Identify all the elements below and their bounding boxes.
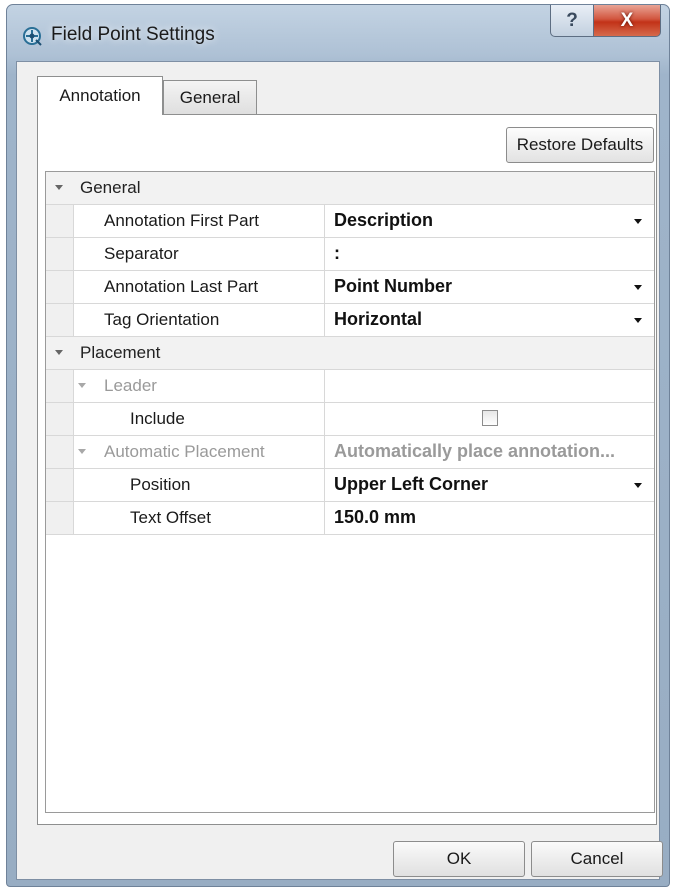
property-row-separator[interactable]: Separator : bbox=[46, 238, 654, 271]
property-name: Position bbox=[130, 475, 191, 494]
dropdown-arrow-icon[interactable] bbox=[634, 318, 642, 323]
row-gutter bbox=[46, 238, 74, 270]
subgroup-label: Automatic Placement bbox=[104, 442, 265, 461]
property-row-tag-orientation[interactable]: Tag Orientation Horizontal bbox=[46, 304, 654, 337]
property-value: Automatically place annotation... bbox=[334, 441, 616, 461]
collapse-arrow-icon[interactable] bbox=[55, 185, 63, 190]
restore-defaults-button[interactable]: Restore Defaults bbox=[506, 127, 654, 163]
property-value: : bbox=[334, 243, 340, 263]
close-icon: X bbox=[620, 9, 634, 31]
help-icon: ? bbox=[566, 9, 578, 31]
automatic-placement-value: Automatically place annotation... bbox=[324, 436, 654, 468]
separator-field[interactable]: : bbox=[324, 238, 654, 270]
row-gutter bbox=[46, 205, 74, 237]
property-value: Point Number bbox=[334, 276, 453, 296]
property-value: 150.0 mm bbox=[334, 507, 417, 527]
position-dropdown[interactable]: Upper Left Corner bbox=[324, 469, 654, 501]
property-value: Description bbox=[334, 210, 434, 230]
close-button[interactable]: X bbox=[593, 5, 661, 37]
property-value: Horizontal bbox=[334, 309, 422, 329]
dropdown-arrow-icon[interactable] bbox=[634, 219, 642, 224]
title-bar[interactable]: Field Point Settings ? X bbox=[7, 5, 669, 61]
help-button[interactable]: ? bbox=[550, 5, 594, 37]
subgroup-label: Leader bbox=[104, 376, 157, 395]
property-row-text-offset[interactable]: Text Offset 150.0 mm bbox=[46, 502, 654, 535]
dialog-client-area: Annotation General Restore Defaults Gene… bbox=[16, 61, 663, 880]
dropdown-arrow-icon[interactable] bbox=[634, 483, 642, 488]
property-row-position[interactable]: Position Upper Left Corner bbox=[46, 469, 654, 502]
include-checkbox[interactable] bbox=[482, 410, 498, 426]
property-row-include[interactable]: Include bbox=[46, 403, 654, 436]
property-name: Tag Orientation bbox=[104, 310, 220, 329]
tag-orientation-dropdown[interactable]: Horizontal bbox=[324, 304, 654, 336]
collapse-arrow-icon[interactable] bbox=[55, 350, 63, 355]
category-label: General bbox=[80, 178, 141, 197]
annotation-first-part-dropdown[interactable]: Description bbox=[324, 205, 654, 237]
annotation-last-part-dropdown[interactable]: Point Number bbox=[324, 271, 654, 303]
text-offset-field[interactable]: 150.0 mm bbox=[324, 502, 654, 534]
property-row-annotation-first-part[interactable]: Annotation First Part Description bbox=[46, 205, 654, 238]
tab-panel: Restore Defaults General Annotation Firs… bbox=[37, 114, 657, 825]
tab-annotation[interactable]: Annotation bbox=[37, 76, 163, 115]
collapse-arrow-icon[interactable] bbox=[78, 449, 86, 454]
include-value bbox=[324, 403, 654, 435]
property-name: Text Offset bbox=[130, 508, 211, 527]
property-name: Separator bbox=[104, 244, 179, 263]
dialog-window: Field Point Settings ? X Annotation Gene… bbox=[6, 4, 670, 887]
field-point-settings-icon bbox=[21, 25, 43, 47]
property-name: Annotation First Part bbox=[104, 211, 259, 230]
row-gutter bbox=[46, 436, 74, 468]
category-general[interactable]: General bbox=[46, 172, 654, 205]
dropdown-arrow-icon[interactable] bbox=[634, 285, 642, 290]
category-placement[interactable]: Placement bbox=[46, 337, 654, 370]
cancel-button[interactable]: Cancel bbox=[531, 841, 663, 877]
collapse-arrow-icon[interactable] bbox=[78, 383, 86, 388]
row-gutter bbox=[46, 469, 74, 501]
leader-value bbox=[324, 370, 654, 402]
property-grid: General Annotation First Part Descriptio… bbox=[45, 171, 655, 813]
tab-general[interactable]: General bbox=[163, 80, 257, 115]
row-gutter bbox=[46, 304, 74, 336]
row-gutter bbox=[46, 271, 74, 303]
property-value: Upper Left Corner bbox=[334, 474, 489, 494]
property-name: Include bbox=[130, 409, 185, 428]
subgroup-automatic-placement[interactable]: Automatic Placement Automatically place … bbox=[46, 436, 654, 469]
property-row-annotation-last-part[interactable]: Annotation Last Part Point Number bbox=[46, 271, 654, 304]
row-gutter bbox=[46, 502, 74, 534]
ok-button[interactable]: OK bbox=[393, 841, 525, 877]
category-label: Placement bbox=[80, 343, 161, 362]
window-title: Field Point Settings bbox=[51, 24, 215, 45]
property-name: Annotation Last Part bbox=[104, 277, 259, 296]
subgroup-leader[interactable]: Leader bbox=[46, 370, 654, 403]
row-gutter bbox=[46, 403, 74, 435]
row-gutter bbox=[46, 370, 74, 402]
